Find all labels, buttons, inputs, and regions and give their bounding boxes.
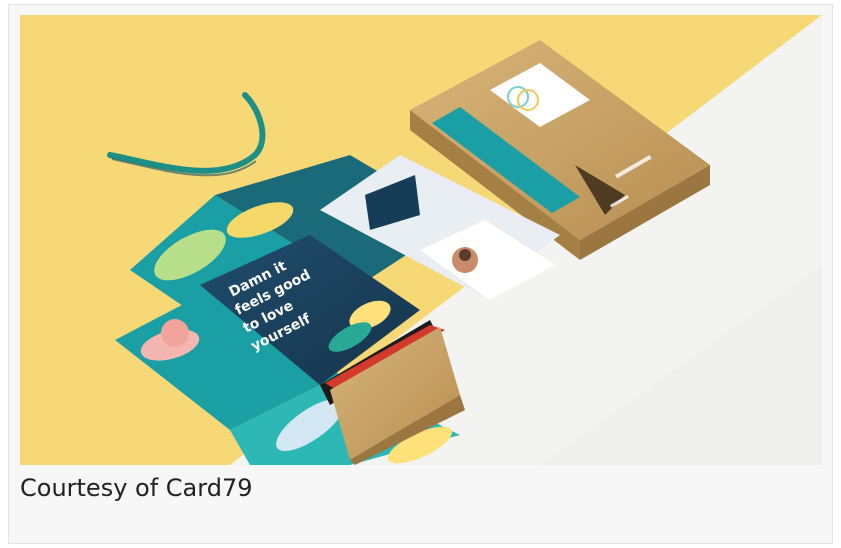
figure-caption: Courtesy of Card79 [20,474,253,502]
product-photo: Damn it feels good to love yourself [20,15,822,465]
flower [161,319,189,347]
